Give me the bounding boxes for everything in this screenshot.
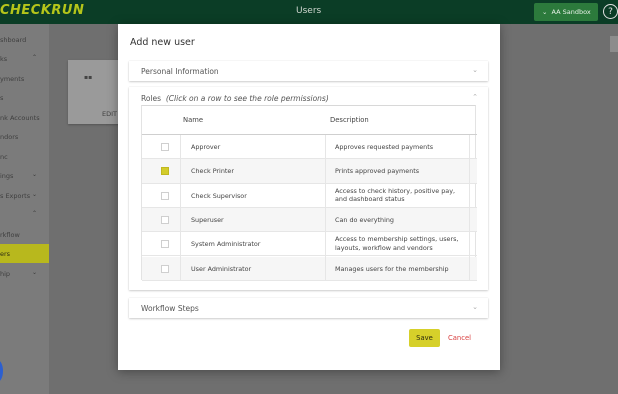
chevron-down-icon: ⌄ <box>472 303 478 311</box>
environment-button[interactable]: ⌄ AA Sandbox <box>534 3 598 21</box>
sidebar: shboard ks ⌃ yments s nk Accounts ndors nc ings ⌄… <box>0 24 49 394</box>
sidebar-item-label: shboard <box>0 35 27 44</box>
personal-information-panel[interactable]: Personal Information ⌄ <box>129 61 488 81</box>
role-description: Prints approved payments <box>335 167 420 176</box>
sidebar-item-label: s Exports <box>0 191 31 200</box>
personal-information-label: Personal Information <box>141 67 219 76</box>
sidebar-item[interactable]: ks ⌃ <box>0 49 49 68</box>
role-checkbox[interactable] <box>161 143 169 151</box>
table-row[interactable]: Check Printer Prints approved payments <box>142 159 477 184</box>
sidebar-item-label: ings <box>0 171 14 180</box>
sidebar-item-label: ks <box>0 54 8 63</box>
role-name: User Administrator <box>191 264 252 273</box>
sidebar-item[interactable]: nk Accounts <box>0 108 49 127</box>
sidebar-item-label: yments <box>0 74 25 83</box>
chevron-down-icon: ⌄ <box>472 66 478 74</box>
sidebar-item[interactable]: s <box>0 88 49 107</box>
sidebar-item[interactable]: s Exports ⌄ <box>0 186 49 205</box>
user-icon: ▪▪ <box>84 74 93 81</box>
sidebar-item[interactable]: yments <box>0 69 49 88</box>
sidebar-item-label: nc <box>0 152 8 161</box>
role-description: Approves requested payments <box>335 143 434 151</box>
role-checkbox[interactable] <box>161 240 169 249</box>
role-checkbox[interactable] <box>161 167 169 176</box>
sidebar-item-label: nk Accounts <box>0 113 40 122</box>
sidebar-item[interactable]: ings ⌄ <box>0 166 49 185</box>
table-row[interactable]: System Administrator Access to membership… <box>142 232 477 257</box>
roles-header[interactable]: Roles (Click on a row to see the role pe… <box>141 94 329 103</box>
environment-label: AA Sandbox <box>551 8 591 16</box>
sidebar-item[interactable]: ⌃ <box>0 205 49 224</box>
column-divider <box>469 135 470 281</box>
user-card: ▪▪ EDIT <box>68 60 120 124</box>
workflow-steps-label: Workflow Steps <box>141 304 199 313</box>
sidebar-item[interactable]: ers <box>0 244 49 263</box>
table-row[interactable]: Superuser Can do everything <box>142 207 477 233</box>
chevron-down-icon: ⌄ <box>32 269 38 276</box>
chevron-down-icon: ⌄ <box>542 8 548 16</box>
role-name: System Administrator <box>191 240 261 249</box>
role-checkbox[interactable] <box>161 264 169 273</box>
role-checkbox[interactable] <box>161 191 169 200</box>
workflow-steps-panel[interactable]: Workflow Steps ⌄ <box>129 298 488 318</box>
role-description: Access to check history, positive pay, a… <box>335 186 456 204</box>
table-header: Name Description <box>142 106 477 135</box>
role-checkbox[interactable] <box>161 215 169 224</box>
app-logo[interactable]: CHECKRUN <box>0 3 84 18</box>
add-user-dialog: Add new user Personal Information ⌄ Role… <box>118 24 500 370</box>
sidebar-item-label: rkflow <box>0 230 20 239</box>
column-divider <box>180 135 181 281</box>
sidebar-item[interactable]: shboard <box>0 30 49 49</box>
page-title: Users <box>296 6 322 16</box>
chevron-down-icon: ⌄ <box>32 171 38 178</box>
column-divider <box>325 135 326 281</box>
roles-label: Roles <box>141 94 162 103</box>
sidebar-item-label: ndors <box>0 132 19 141</box>
role-name: Check Supervisor <box>191 191 247 200</box>
sidebar-item[interactable]: rkflow <box>0 225 49 244</box>
table-row[interactable]: Approver Approves requested payments <box>142 135 477 160</box>
sidebar-item[interactable]: ndors <box>0 127 49 146</box>
role-description: Can do everything <box>335 215 394 224</box>
roles-hint: (Click on a row to see the role permissi… <box>165 94 329 103</box>
sidebar-item-label: s <box>0 93 4 102</box>
roles-table: Name Description Approver Approves reques… <box>141 105 477 281</box>
sidebar-item[interactable]: hip ⌄ <box>0 264 49 283</box>
side-tab <box>610 36 618 52</box>
edit-button[interactable]: EDIT <box>102 110 117 118</box>
roles-panel: Roles (Click on a row to see the role pe… <box>129 87 488 290</box>
sidebar-item-label: ers <box>0 249 11 258</box>
column-header-name: Name <box>183 116 204 124</box>
top-bar: CHECKRUN Users ⌄ AA Sandbox ? <box>0 0 618 24</box>
cancel-button[interactable]: Cancel <box>448 334 471 342</box>
save-button[interactable]: Save <box>409 329 440 347</box>
role-description: Manages users for the membership <box>335 264 449 273</box>
chevron-up-icon: ⌃ <box>32 54 38 61</box>
table-row[interactable]: User Administrator Manages users for the … <box>142 256 477 281</box>
chevron-down-icon: ⌄ <box>32 191 38 198</box>
role-name: Superuser <box>191 215 224 224</box>
role-name: Check Printer <box>191 167 234 176</box>
question-circle-icon[interactable]: ? <box>603 4 618 19</box>
column-header-description: Description <box>330 116 369 124</box>
role-name: Approver <box>191 143 221 151</box>
sidebar-item-label: hip <box>0 269 11 278</box>
dialog-title: Add new user <box>130 37 195 48</box>
table-row[interactable]: Check Supervisor Access to check history,… <box>142 184 477 208</box>
sidebar-item[interactable]: nc <box>0 147 49 166</box>
chevron-up-icon[interactable]: ⌃ <box>472 93 478 101</box>
role-description: Access to membership settings, users, la… <box>335 235 459 252</box>
chevron-up-icon: ⌃ <box>32 210 38 217</box>
